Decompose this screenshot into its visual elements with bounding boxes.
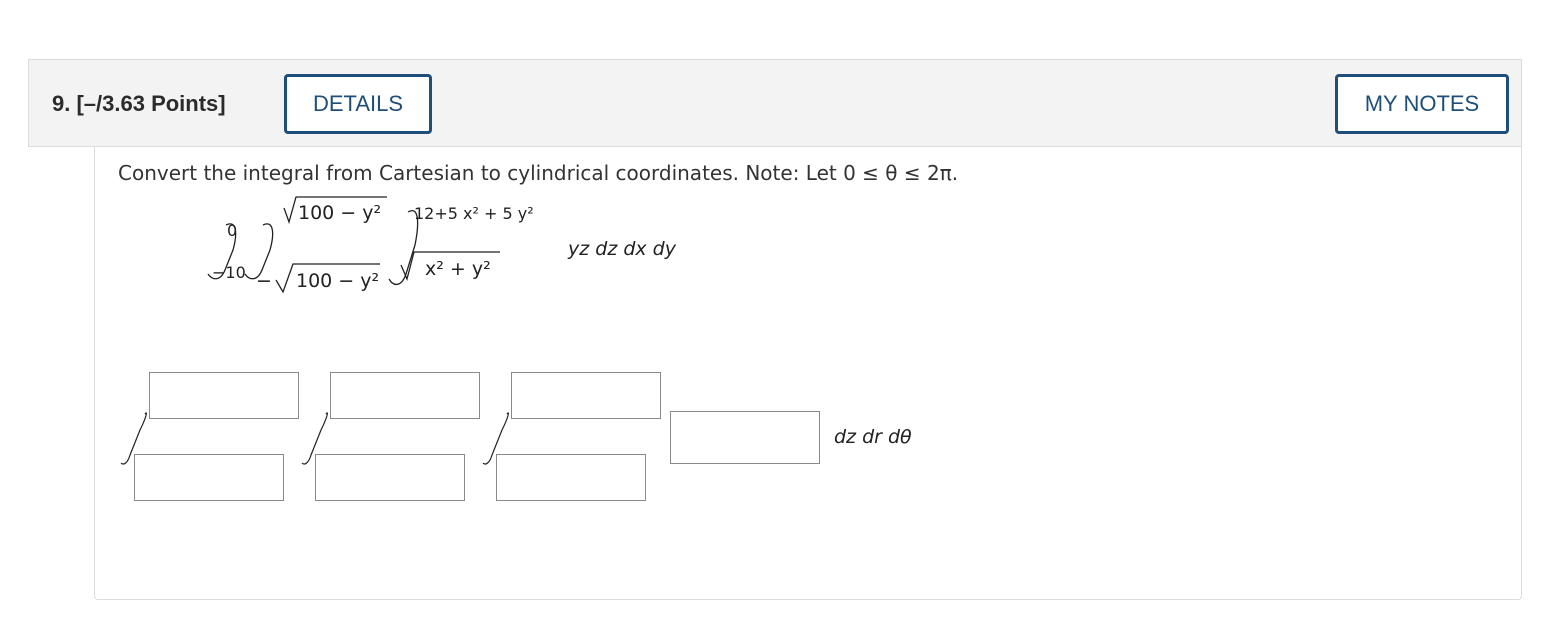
middle-upper-input[interactable] — [330, 372, 480, 419]
answer-differentials: dz dr dθ — [834, 426, 912, 448]
middle-upper-limit: 100 − y² — [298, 202, 382, 224]
inner-upper-limit: 12+5 x² + 5 y² — [414, 204, 534, 223]
integrand: yz dz dx dy — [568, 238, 676, 260]
outer-lower-limit: −10 — [212, 263, 246, 282]
inner-upper-input[interactable] — [511, 372, 661, 419]
middle-lower-input[interactable] — [315, 454, 465, 501]
middle-lower-minus: − — [256, 270, 272, 292]
middle-lower-limit: 100 − y² — [296, 270, 380, 292]
outer-lower-input[interactable] — [134, 454, 284, 501]
outer-upper-input[interactable] — [149, 372, 299, 419]
inner-lower-input[interactable] — [496, 454, 646, 501]
integral-signs — [120, 196, 509, 465]
integrand-input[interactable] — [670, 411, 820, 464]
outer-upper-limit: 0 — [227, 221, 238, 240]
inner-lower-limit: x² + y² — [425, 258, 491, 280]
